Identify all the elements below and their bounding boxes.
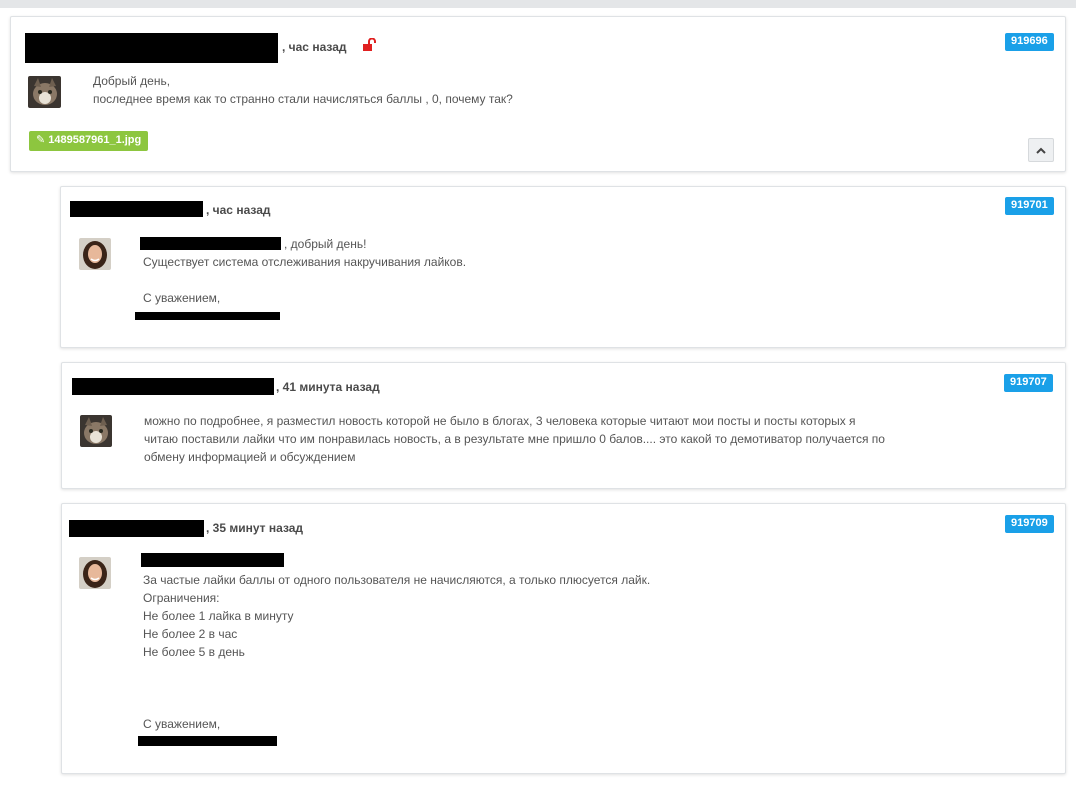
paperclip-icon: ✎ [36, 134, 46, 146]
message-line: читаю поставили лайки что им понравилась… [144, 432, 885, 446]
message-line: За частые лайки баллы от одного пользова… [143, 573, 651, 587]
message-line [143, 271, 466, 289]
message-line: обмену информацией и обсуждением [144, 450, 356, 464]
post-time: , час назад [206, 203, 271, 217]
message-line: последнее время как то странно стали нач… [93, 92, 513, 106]
post-time: , 35 минут назад [206, 521, 304, 535]
post-message: можно по подробнее, я разместил новость … [144, 412, 885, 466]
post-id-badge[interactable]: 919707 [1004, 374, 1053, 392]
message-line [143, 679, 650, 697]
cat-avatar [28, 76, 61, 108]
unlock-icon [362, 37, 376, 56]
redacted-recipient-name [141, 553, 284, 567]
woman-avatar [79, 557, 111, 589]
collapse-button[interactable] [1028, 138, 1054, 162]
message-line: С уважением, [143, 291, 221, 305]
greeting-text: , добрый день! [284, 237, 367, 251]
message-line [143, 697, 650, 715]
redacted-author-name [72, 378, 274, 395]
redacted-signature [138, 736, 277, 746]
redacted-author-name [25, 33, 278, 63]
post-id-badge[interactable]: 919701 [1005, 197, 1054, 215]
chevron-up-icon [1036, 147, 1046, 154]
post-id-badge[interactable]: 919709 [1005, 515, 1054, 533]
attachment-filename: 1489587961_1.jpg [48, 134, 142, 146]
message-line: Ограничения: [143, 591, 220, 605]
message-line: Существует система отслеживания накручив… [143, 255, 467, 269]
message-line [143, 661, 650, 679]
message-line: Не более 1 лайка в минуту [143, 609, 294, 623]
post-message: , добрый день! Существует система отслеж… [143, 235, 466, 307]
message-line: Не более 2 в час [143, 627, 238, 641]
top-strip [0, 0, 1076, 8]
woman-avatar [79, 238, 111, 270]
message-line: Не более 5 в день [143, 645, 245, 659]
post-id-badge[interactable]: 919696 [1005, 33, 1054, 51]
cat-avatar [80, 415, 112, 447]
redacted-signature [135, 312, 280, 320]
redacted-author-name [69, 520, 204, 537]
attachment-link[interactable]: ✎ 1489587961_1.jpg [29, 131, 149, 151]
message-line: Добрый день, [93, 74, 171, 88]
post-time: , час назад [282, 40, 347, 54]
post-time: , 41 минута назад [276, 380, 380, 394]
post-message: За частые лайки баллы от одного пользова… [143, 571, 650, 733]
post-message: Добрый день, последнее время как то стра… [93, 72, 513, 108]
message-line: можно по подробнее, я разместил новость … [144, 414, 856, 428]
message-line: С уважением, [143, 717, 221, 731]
redacted-author-name [70, 201, 203, 217]
